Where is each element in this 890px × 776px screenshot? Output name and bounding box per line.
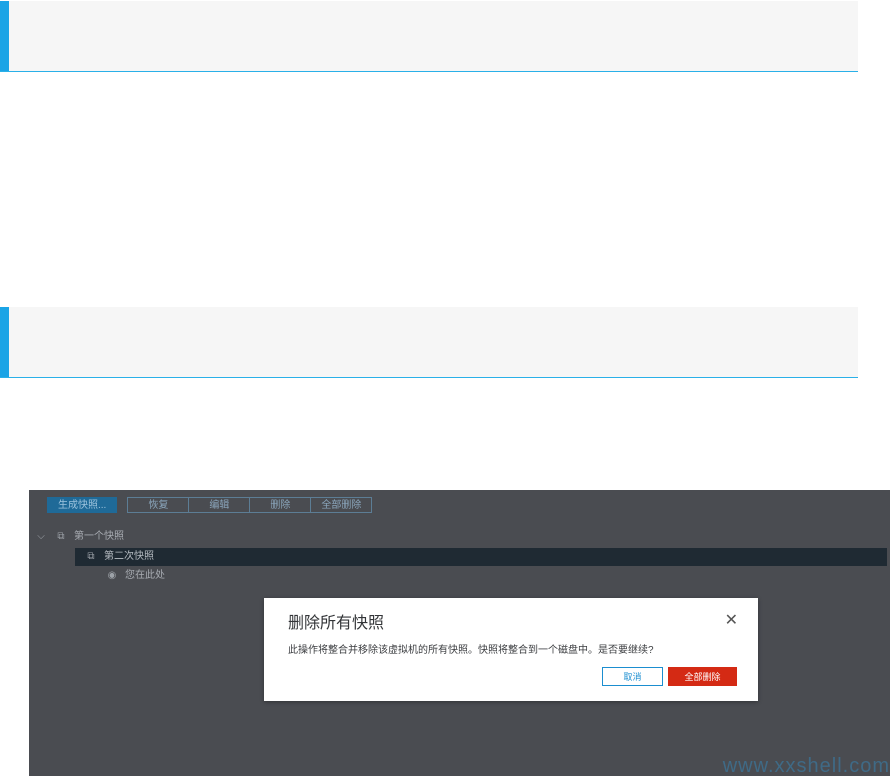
section-header-bar (0, 1, 858, 72)
create-snapshot-button[interactable]: 生成快照... (47, 497, 118, 513)
delete-button[interactable]: 删除 (249, 497, 312, 513)
tree-item-label: 第二次快照 (104, 551, 154, 562)
confirm-delete-all-button[interactable]: 全部删除 (668, 667, 737, 686)
snapshot-icon: ⧉ (87, 551, 95, 562)
location-pin-icon: ◉ (107, 570, 117, 581)
chevron-down-icon[interactable]: ⌵ (34, 528, 48, 546)
section-accent (0, 307, 9, 377)
section-header-bar (0, 307, 858, 378)
edit-button[interactable]: 编辑 (188, 497, 251, 513)
watermark: www.xxshell.com (722, 755, 890, 776)
section-accent (0, 1, 9, 71)
snapshot-toolbar: 生成快照... 恢复 编辑 删除 全部删除 (47, 497, 373, 514)
tree-item-label: 您在此处 (125, 570, 165, 581)
tree-item-snapshot-2[interactable]: ⧉ 第二次快照 (75, 548, 887, 566)
tree-item-label: 第一个快照 (74, 531, 124, 542)
delete-all-snapshots-dialog: 删除所有快照 ✕ 此操作将整合并移除该虚拟机的所有快照。快照将整合到一个磁盘中。… (264, 598, 758, 701)
dialog-title: 删除所有快照 (288, 615, 385, 632)
delete-all-button[interactable]: 全部删除 (310, 497, 373, 513)
tree-item-current-position[interactable]: ◉ 您在此处 (105, 567, 165, 585)
snapshot-icon: ⧉ (57, 531, 65, 542)
cancel-button[interactable]: 取消 (602, 667, 663, 686)
tree-item-snapshot-1[interactable]: ⌵ ⧉ 第一个快照 (34, 528, 124, 546)
restore-button[interactable]: 恢复 (127, 497, 190, 513)
close-icon[interactable]: ✕ (725, 610, 738, 630)
dialog-message: 此操作将整合并移除该虚拟机的所有快照。快照将整合到一个磁盘中。是否要继续? (288, 645, 654, 656)
